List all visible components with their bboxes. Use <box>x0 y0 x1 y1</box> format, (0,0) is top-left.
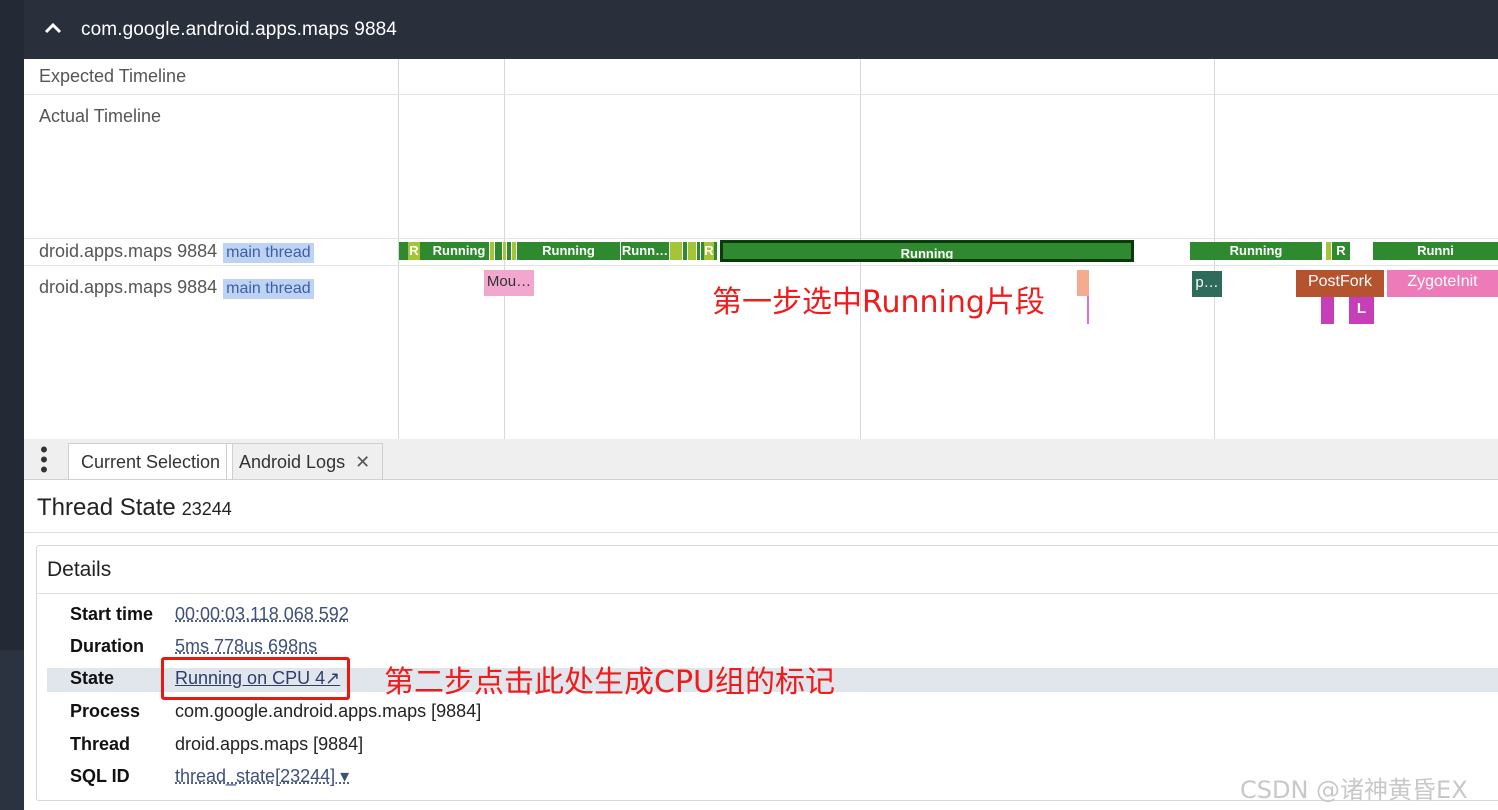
highlight-box <box>161 657 350 700</box>
slice-zygoteinit[interactable]: ZygoteInit <box>1387 270 1498 297</box>
thread-slice-track-label: droid.apps.maps 9884 main thread <box>39 277 314 299</box>
slice-postfork[interactable]: PostFork <box>1296 270 1384 297</box>
watermark: CSDN @诸神黄昏EX <box>1240 776 1468 804</box>
detail-key: State <box>70 668 115 688</box>
track-divider <box>24 94 1498 95</box>
bottom-tab-bar: • • • Current Selection Android Logs ✕ <box>24 439 1498 481</box>
detail-key: SQL ID <box>70 766 130 786</box>
main-thread-tag: main thread <box>223 279 314 299</box>
state-label: R <box>408 242 420 260</box>
state-segment-running[interactable] <box>697 242 700 260</box>
start-time-link[interactable]: 00:00:03.118 068 592 <box>175 604 349 625</box>
detail-row-thread: Thread droid.apps.maps [9884] <box>47 731 1498 761</box>
track-divider <box>24 265 1498 266</box>
state-segment-running[interactable]: Running <box>429 242 489 260</box>
state-segment-runnable[interactable]: R <box>399 242 429 260</box>
close-icon[interactable]: ✕ <box>355 452 370 472</box>
detail-key: Thread <box>70 734 131 754</box>
annotation-step2: 第二步点击此处生成CPU组的标记 <box>384 665 835 700</box>
state-segment-running[interactable]: Running <box>517 242 620 260</box>
slice-child[interactable] <box>1321 297 1334 324</box>
thread-track-label: droid.apps.maps 9884 main thread <box>39 241 314 263</box>
divider <box>37 593 1498 594</box>
slice-l[interactable]: L <box>1349 297 1374 324</box>
tab-current-selection[interactable]: Current Selection <box>68 443 234 479</box>
state-segment-running[interactable] <box>507 242 511 260</box>
thread-name: droid.apps.maps 9884 <box>39 241 218 261</box>
detail-row-start-time: Start time 00:00:03.118 068 592 <box>47 601 1498 631</box>
duration-link[interactable]: 5ms 778us 698ns <box>175 636 317 657</box>
state-segment-runnable[interactable] <box>670 242 682 260</box>
timeline-tracks[interactable]: Expected Timeline Actual Timeline droid.… <box>24 59 1498 439</box>
main-thread-tag: main thread <box>223 243 314 263</box>
state-segment-running-selected[interactable]: Running <box>720 240 1134 262</box>
annotation-step1: 第一步选中Running片段 <box>712 285 1045 320</box>
state-label: R <box>704 242 714 260</box>
state-segment-runnable[interactable]: R <box>701 242 717 260</box>
thread-state-id: 23244 <box>181 499 232 519</box>
detail-key: Duration <box>70 636 144 656</box>
divider <box>24 532 1498 533</box>
left-edge-strip-lower <box>0 650 24 810</box>
state-segment-running[interactable] <box>495 242 502 260</box>
left-edge-strip <box>0 0 24 810</box>
sql-id-dropdown[interactable]: thread_state[23244] ▾ <box>175 766 349 787</box>
thread-name: droid.apps.maps 9884 <box>39 277 218 297</box>
slice-small[interactable] <box>1077 270 1089 296</box>
detail-row-process: Process com.google.android.apps.maps [98… <box>47 698 1498 728</box>
process-header[interactable]: com.google.android.apps.maps 9884 <box>24 0 1498 59</box>
slice-p[interactable]: p… <box>1192 271 1222 297</box>
expected-timeline-label: Expected Timeline <box>39 66 187 86</box>
kebab-menu-icon[interactable]: • • • <box>38 439 50 481</box>
state-segment-running[interactable]: Runni <box>1373 242 1498 260</box>
state-segment-runnable[interactable]: R <box>1332 242 1350 260</box>
state-segment-runnable[interactable] <box>490 242 494 260</box>
tab-android-logs-label: Android Logs <box>239 452 346 472</box>
process-value: com.google.android.apps.maps [9884] <box>175 701 482 721</box>
thread-value: droid.apps.maps [9884] <box>175 734 364 754</box>
chevron-up-icon[interactable] <box>44 16 62 40</box>
details-panel: Thread State 23244 Details Start time 00:… <box>24 480 1498 810</box>
thread-state-title: Thread State <box>37 494 176 521</box>
state-segment-running[interactable]: Runn… <box>621 242 669 260</box>
state-segment-runnable[interactable] <box>688 242 696 260</box>
state-segment-runnable[interactable] <box>503 242 506 260</box>
slice-mou[interactable]: Mou… <box>484 270 534 296</box>
state-segment-running[interactable] <box>683 242 687 260</box>
slice-thin[interactable] <box>1087 296 1089 324</box>
panel-title: Thread State 23244 <box>37 494 232 522</box>
state-segment-runnable[interactable] <box>512 242 516 260</box>
tab-android-logs[interactable]: Android Logs ✕ <box>226 443 384 479</box>
state-segment-running[interactable]: Running <box>1190 242 1322 260</box>
track-divider <box>24 238 1498 239</box>
details-heading: Details <box>47 558 112 581</box>
detail-key: Start time <box>70 604 154 624</box>
process-title: com.google.android.apps.maps 9884 <box>81 19 397 40</box>
state-segment-runnable[interactable] <box>1326 242 1331 260</box>
detail-key: Process <box>70 701 141 721</box>
actual-timeline-label: Actual Timeline <box>39 106 162 126</box>
